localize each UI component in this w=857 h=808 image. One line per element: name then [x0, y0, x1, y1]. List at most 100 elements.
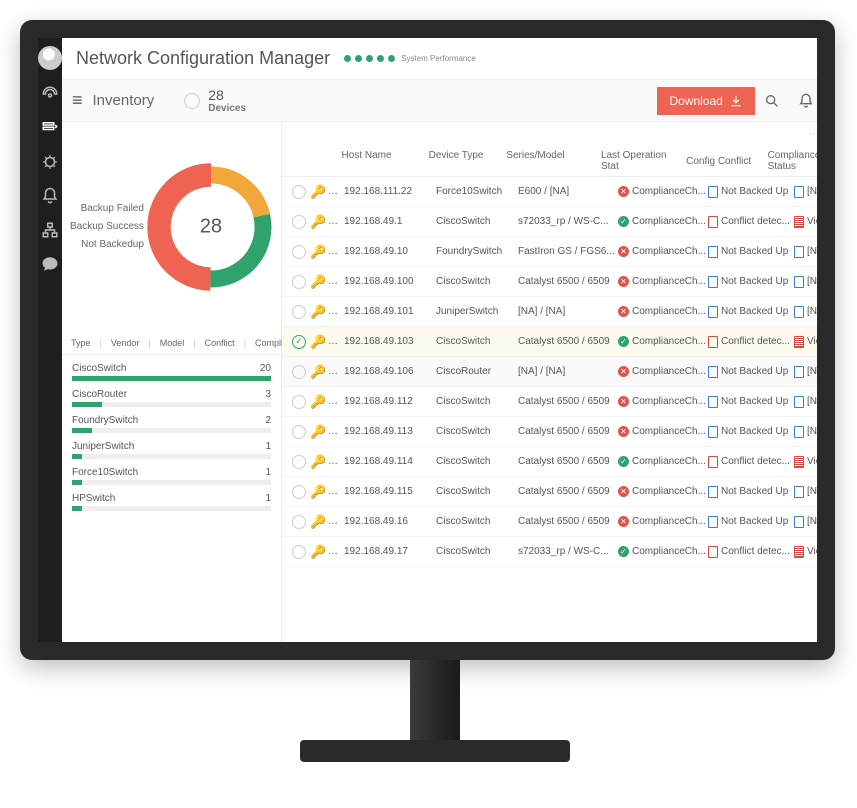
- row-menu-icon[interactable]: …: [328, 546, 344, 557]
- row-checkbox[interactable]: [292, 365, 306, 379]
- device-type-cell: CiscoRouter: [436, 366, 518, 377]
- search-button[interactable]: [755, 84, 789, 118]
- last-operation-cell: ✓ComplianceCh...: [618, 336, 708, 347]
- device-type-cell: CiscoSwitch: [436, 276, 518, 287]
- notifications-button[interactable]: [789, 84, 817, 118]
- tab-vendor[interactable]: Vendor: [108, 336, 143, 350]
- last-operation-cell: ✓ComplianceCh...: [618, 546, 708, 557]
- document-icon: [794, 516, 804, 528]
- more-menu-icon[interactable]: ⋯: [809, 129, 817, 140]
- row-menu-icon[interactable]: …: [328, 216, 344, 227]
- chat-icon[interactable]: [40, 254, 60, 274]
- table-row[interactable]: 🔑 … 192.168.49.101 JuniperSwitch [NA] / …: [282, 297, 817, 327]
- table-row[interactable]: 🔑 … 192.168.49.114 CiscoSwitch Catalyst …: [282, 447, 817, 477]
- host-name-cell: 192.168.49.10: [344, 246, 436, 257]
- type-count: 1: [265, 441, 271, 452]
- row-checkbox[interactable]: [292, 215, 306, 229]
- type-count: 1: [265, 467, 271, 478]
- row-menu-icon[interactable]: …: [328, 336, 344, 347]
- row-checkbox[interactable]: [292, 395, 306, 409]
- row-menu-icon[interactable]: …: [328, 456, 344, 467]
- table-row[interactable]: 🔑 … 192.168.49.10 FoundrySwitch FastIron…: [282, 237, 817, 267]
- document-icon: [708, 186, 718, 198]
- config-conflict-cell: Conflict detec...: [708, 216, 794, 228]
- row-menu-icon[interactable]: …: [328, 306, 344, 317]
- status-error-icon: ✕: [618, 486, 629, 497]
- document-icon: [794, 396, 804, 408]
- last-operation-cell: ✕ComplianceCh...: [618, 186, 708, 197]
- device-type-cell: CiscoSwitch: [436, 546, 518, 557]
- table-row[interactable]: 🔑 … 192.168.49.115 CiscoSwitch Catalyst …: [282, 477, 817, 507]
- series-model-cell: [NA] / [NA]: [518, 306, 618, 317]
- row-checkbox[interactable]: [292, 455, 306, 469]
- row-checkbox[interactable]: [292, 185, 306, 199]
- document-icon: [708, 336, 718, 348]
- type-row[interactable]: CiscoSwitch20: [72, 363, 271, 381]
- table-row[interactable]: 🔑 … 192.168.49.100 CiscoSwitch Catalyst …: [282, 267, 817, 297]
- device-type-cell: CiscoSwitch: [436, 516, 518, 527]
- status-error-icon: ✕: [618, 396, 629, 407]
- dashboard-icon[interactable]: [40, 84, 60, 104]
- document-icon: [708, 216, 718, 228]
- config-conflict-cell: Conflict detec...: [708, 546, 794, 558]
- compliance-cell: Violation: [794, 216, 817, 228]
- type-bar: [72, 480, 271, 485]
- type-label: Force10Switch: [72, 467, 138, 478]
- row-checkbox[interactable]: [292, 245, 306, 259]
- inventory-icon[interactable]: [40, 118, 60, 138]
- type-bar: [72, 376, 271, 381]
- config-conflict-cell: Not Backed Up: [708, 306, 794, 318]
- alerts-icon[interactable]: [40, 152, 60, 172]
- table-row[interactable]: 🔑 … 192.168.49.113 CiscoSwitch Catalyst …: [282, 417, 817, 447]
- document-icon: [708, 366, 718, 378]
- row-menu-icon[interactable]: …: [328, 426, 344, 437]
- type-label: HPSwitch: [72, 493, 115, 504]
- topology-icon[interactable]: [40, 220, 60, 240]
- row-checkbox[interactable]: [292, 275, 306, 289]
- row-checkbox[interactable]: [292, 545, 306, 559]
- row-menu-icon[interactable]: …: [328, 276, 344, 287]
- type-row[interactable]: FoundrySwitch2: [72, 415, 271, 433]
- type-row[interactable]: JuniperSwitch1: [72, 441, 271, 459]
- menu-icon[interactable]: ≡: [62, 90, 93, 111]
- row-menu-icon[interactable]: …: [328, 396, 344, 407]
- type-row[interactable]: HPSwitch1: [72, 493, 271, 511]
- config-conflict-cell: Not Backed Up: [708, 396, 794, 408]
- table-row[interactable]: 🔑 … 192.168.49.17 CiscoSwitch s72033_rp …: [282, 537, 817, 567]
- row-menu-icon[interactable]: …: [328, 186, 344, 197]
- host-name-cell: 192.168.49.106: [344, 366, 436, 377]
- status-error-icon: ✕: [618, 516, 629, 527]
- search-icon: [764, 93, 780, 109]
- row-menu-icon[interactable]: …: [328, 246, 344, 257]
- type-row[interactable]: CiscoRouter3: [72, 389, 271, 407]
- type-row[interactable]: Force10Switch 1: [72, 467, 271, 485]
- table-row[interactable]: 🔑 … 192.168.49.106 CiscoRouter [NA] / [N…: [282, 357, 817, 387]
- row-checkbox[interactable]: [292, 515, 306, 529]
- type-count: 3: [265, 389, 271, 400]
- table-row[interactable]: 🔑 … 192.168.49.16 CiscoSwitch Catalyst 6…: [282, 507, 817, 537]
- row-menu-icon[interactable]: …: [328, 516, 344, 527]
- device-type-cell: CiscoSwitch: [436, 456, 518, 467]
- tab-model[interactable]: Model: [157, 336, 188, 350]
- select-all-checkbox[interactable]: [184, 93, 200, 109]
- row-checkbox[interactable]: [292, 425, 306, 439]
- table-row[interactable]: 🔑 … 192.168.49.112 CiscoSwitch Catalyst …: [282, 387, 817, 417]
- avatar[interactable]: [38, 46, 62, 70]
- last-operation-cell: ✕ComplianceCh...: [618, 276, 708, 287]
- credential-key-icon: 🔑: [310, 544, 326, 559]
- row-checkbox[interactable]: [292, 305, 306, 319]
- document-icon: [794, 366, 804, 378]
- tab-conflict[interactable]: Conflict: [202, 336, 238, 350]
- document-icon: [708, 396, 718, 408]
- row-menu-icon[interactable]: …: [328, 366, 344, 377]
- row-checkbox[interactable]: [292, 335, 306, 349]
- table-row[interactable]: 🔑 … 192.168.111.22 Force10Switch E600 / …: [282, 177, 817, 207]
- row-checkbox[interactable]: [292, 485, 306, 499]
- credential-key-icon: 🔑: [310, 394, 326, 409]
- table-row[interactable]: 🔑 … 192.168.49.1 CiscoSwitch s72033_rp /…: [282, 207, 817, 237]
- tab-type[interactable]: Type: [68, 336, 94, 350]
- download-button[interactable]: Download: [657, 87, 754, 115]
- row-menu-icon[interactable]: …: [328, 486, 344, 497]
- table-row[interactable]: 🔑 … 192.168.49.103 CiscoSwitch Catalyst …: [282, 327, 817, 357]
- bell-icon[interactable]: [40, 186, 60, 206]
